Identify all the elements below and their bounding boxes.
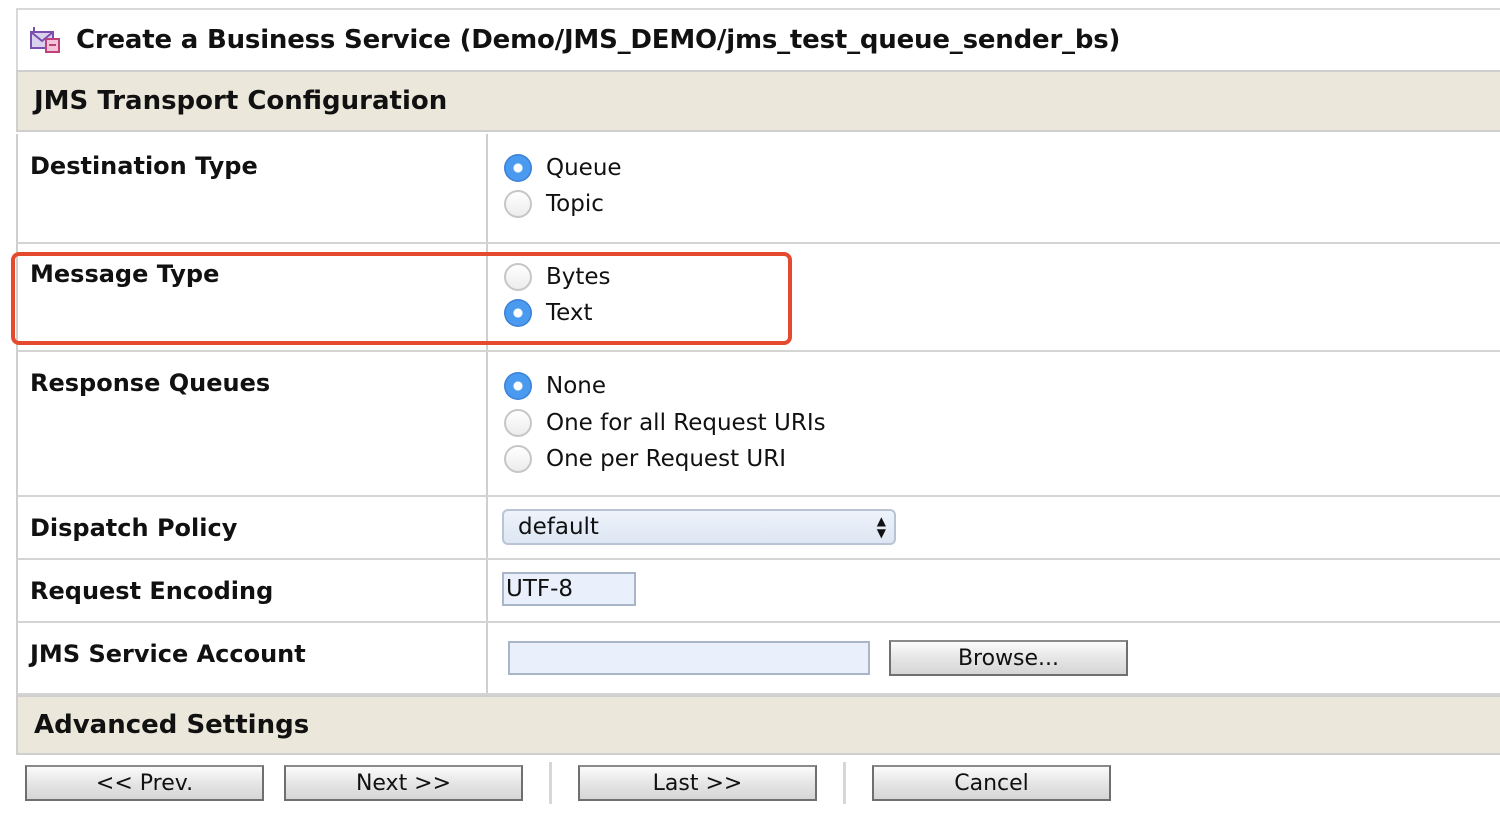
next-button[interactable]: Next >>: [284, 765, 523, 801]
row-response-queues: Response Queues None One for all Request…: [16, 352, 1500, 497]
jms-service-account-input[interactable]: [508, 641, 870, 675]
row-message-type: Message Type Bytes Text: [16, 244, 1500, 352]
jms-service-account-label: JMS Service Account: [18, 623, 488, 693]
radio-label-one-for-all: One for all Request URIs: [546, 410, 826, 436]
radio-one-for-all[interactable]: One for all Request URIs: [504, 406, 826, 440]
select-arrows-icon: ▲ ▼: [876, 514, 886, 540]
radio-topic[interactable]: Topic: [504, 187, 604, 221]
radio-text[interactable]: Text: [504, 296, 593, 330]
section-header-advanced-settings: Advanced Settings: [16, 695, 1500, 755]
radio-button-one-per[interactable]: [504, 445, 532, 473]
radio-none[interactable]: None: [504, 369, 606, 403]
request-encoding-input[interactable]: [502, 572, 636, 606]
radio-button-bytes[interactable]: [504, 263, 532, 291]
title-bar: Create a Business Service (Demo/JMS_DEMO…: [16, 8, 1500, 70]
radio-button-none[interactable]: [504, 372, 532, 400]
cancel-button[interactable]: Cancel: [872, 765, 1111, 801]
radio-label-queue: Queue: [546, 155, 622, 181]
business-service-icon: [30, 27, 60, 53]
response-queues-label: Response Queues: [18, 352, 488, 495]
message-type-label: Message Type: [18, 244, 488, 350]
section-header-jms-transport: JMS Transport Configuration: [16, 70, 1500, 132]
row-jms-service-account: JMS Service Account Browse...: [16, 623, 1500, 695]
radio-bytes[interactable]: Bytes: [504, 260, 611, 294]
radio-queue[interactable]: Queue: [504, 151, 622, 185]
dispatch-policy-value: default: [518, 514, 599, 540]
dispatch-policy-select[interactable]: default ▲ ▼: [502, 509, 896, 545]
page-title: Create a Business Service (Demo/JMS_DEMO…: [76, 25, 1121, 55]
row-request-encoding: Request Encoding: [16, 560, 1500, 623]
request-encoding-label: Request Encoding: [18, 560, 488, 621]
radio-one-per[interactable]: One per Request URI: [504, 442, 786, 476]
radio-label-one-per: One per Request URI: [546, 446, 786, 472]
button-separator: [843, 762, 846, 804]
destination-type-label: Destination Type: [18, 134, 488, 242]
radio-label-bytes: Bytes: [546, 264, 611, 290]
radio-label-text: Text: [546, 300, 593, 326]
prev-button[interactable]: << Prev.: [25, 765, 264, 801]
radio-label-none: None: [546, 373, 607, 399]
row-dispatch-policy: Dispatch Policy default ▲ ▼: [16, 497, 1500, 560]
radio-button-text[interactable]: [504, 299, 532, 327]
dispatch-policy-label: Dispatch Policy: [18, 497, 488, 558]
radio-button-one-for-all[interactable]: [504, 409, 532, 437]
row-destination-type: Destination Type Queue Topic: [16, 134, 1500, 244]
button-separator: [549, 762, 552, 804]
last-button[interactable]: Last >>: [578, 765, 817, 801]
radio-button-topic[interactable]: [504, 190, 532, 218]
radio-button-queue[interactable]: [504, 154, 532, 182]
radio-label-topic: Topic: [546, 191, 604, 217]
browse-button[interactable]: Browse...: [889, 640, 1128, 676]
